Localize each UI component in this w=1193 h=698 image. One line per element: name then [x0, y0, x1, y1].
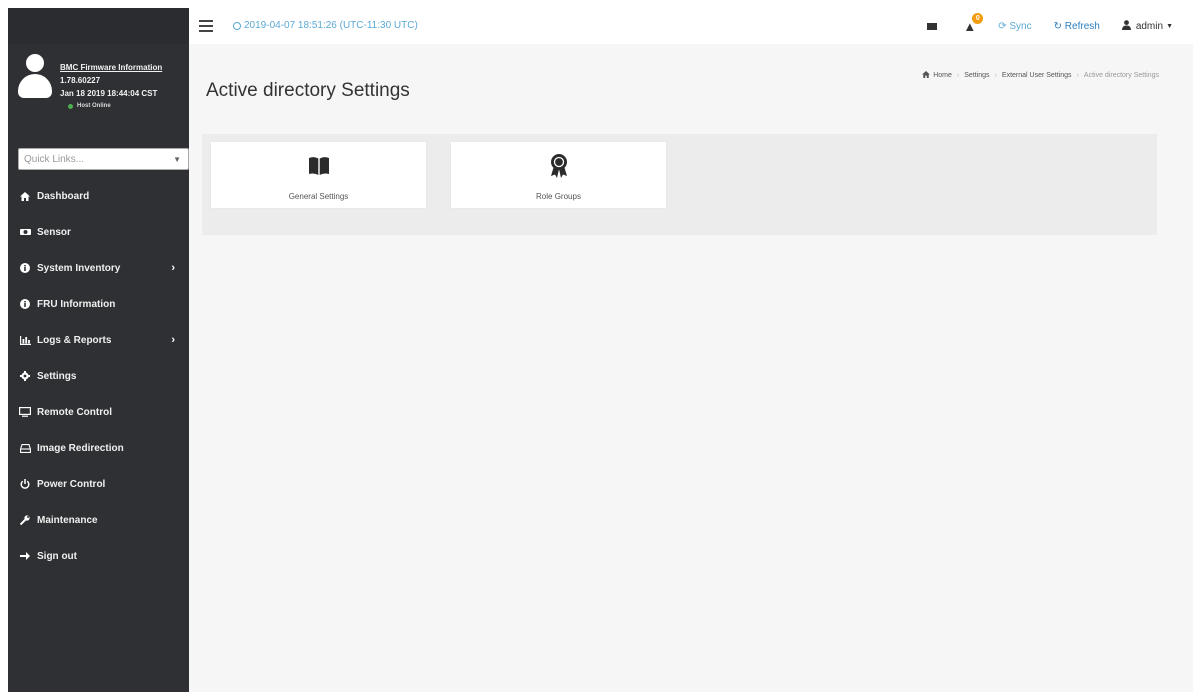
sync-icon: ⟳: [998, 20, 1007, 32]
sidebar-item-label: Remote Control: [37, 406, 112, 418]
sidebar: BMC Firmware Information 1.78.60227 Jan …: [8, 8, 189, 692]
user-label: admin: [1135, 20, 1164, 32]
sidebar-item-label: Sensor: [37, 226, 71, 238]
award-icon: [549, 154, 569, 178]
refresh-button[interactable]: ↻ Refresh: [1054, 21, 1100, 32]
breadcrumb-external-user-settings[interactable]: External User Settings: [1002, 72, 1072, 79]
hamburger-menu-icon[interactable]: [199, 20, 213, 35]
user-icon: [1121, 19, 1131, 33]
general-settings-tile[interactable]: General Settings: [211, 142, 426, 208]
chevron-right-icon: ›: [171, 262, 175, 274]
notification-badge: 0: [972, 12, 984, 24]
sidebar-item-power-control[interactable]: Power Control: [8, 466, 189, 502]
info-icon: [18, 263, 32, 273]
chart-icon: [18, 335, 32, 345]
sidebar-item-label: Image Redirection: [37, 442, 124, 454]
firmware-info: BMC Firmware Information 1.78.60227 Jan …: [60, 61, 162, 113]
quick-links-select[interactable]: Quick Links... ▼: [18, 148, 189, 170]
sidebar-item-settings[interactable]: Settings: [8, 358, 189, 394]
firmware-info-link[interactable]: BMC Firmware Information: [60, 61, 162, 74]
breadcrumb-settings[interactable]: Settings: [964, 72, 989, 79]
sidebar-item-remote-control[interactable]: Remote Control: [8, 394, 189, 430]
host-status-label: Host Online: [77, 103, 111, 109]
host-status: Host Online: [68, 100, 162, 113]
monitor-icon: [18, 407, 32, 417]
power-icon: [18, 479, 32, 489]
quick-links-placeholder: Quick Links...: [24, 153, 85, 165]
sidebar-item-sign-out[interactable]: Sign out: [8, 538, 189, 574]
clock-icon: [233, 21, 241, 30]
caret-down-icon: ▼: [1166, 22, 1173, 30]
sign-out-icon: [18, 552, 32, 560]
breadcrumb-separator: ›: [1076, 72, 1079, 79]
breadcrumb-current: Active directory Settings: [1083, 72, 1159, 79]
sidebar-item-sensor[interactable]: Sensor: [8, 214, 189, 250]
settings-tiles-panel: General Settings Role Groups: [202, 134, 1157, 235]
sidebar-item-image-redirection[interactable]: Image Redirection: [8, 430, 189, 466]
breadcrumb: Home › Settings › External User Settings…: [922, 71, 1159, 80]
firmware-date: Jan 18 2019 18:44:04 CST: [60, 89, 158, 98]
sensor-icon: [18, 228, 32, 236]
sidebar-item-system-inventory[interactable]: System Inventory ›: [8, 250, 189, 286]
breadcrumb-home[interactable]: Home: [933, 72, 952, 79]
header-datetime: 2019-04-07 18:51:26 (UTC-11:30 UTC): [233, 20, 418, 31]
sidebar-item-maintenance[interactable]: Maintenance: [8, 502, 189, 538]
sidebar-item-label: Settings: [37, 370, 77, 382]
avatar: [18, 54, 52, 98]
caret-down-icon: ▼: [173, 154, 181, 164]
refresh-label: Refresh: [1064, 20, 1100, 32]
wrench-icon: [18, 515, 32, 525]
sidebar-item-dashboard[interactable]: Dashboard: [8, 178, 189, 214]
home-icon: [18, 191, 32, 201]
home-icon: [922, 71, 931, 80]
sidebar-item-label: Sign out: [37, 550, 77, 562]
sync-button[interactable]: ⟳ Sync: [998, 21, 1031, 32]
breadcrumb-separator: ›: [956, 72, 960, 79]
sidebar-nav: Dashboard Sensor System Inventory › FRU …: [8, 178, 189, 574]
firmware-version: 1.78.60227: [60, 76, 101, 85]
main-content: Active directory Settings Home › Setting…: [189, 44, 1193, 692]
header-actions: ▲ 0 ⟳ Sync ↻ Refresh admin ▼: [927, 12, 1173, 37]
sidebar-item-label: Dashboard: [37, 190, 90, 202]
disk-icon: [18, 443, 32, 453]
info-icon: [18, 299, 32, 309]
tile-label: General Settings: [288, 192, 349, 201]
datetime-text: 2019-04-07 18:51:26 (UTC-11:30 UTC): [244, 20, 418, 31]
user-menu[interactable]: admin ▼: [1121, 19, 1173, 33]
top-header: 2019-04-07 18:51:26 (UTC-11:30 UTC) ▲ 0 …: [189, 8, 1193, 44]
tile-label: Role Groups: [536, 192, 581, 201]
breadcrumb-separator: ›: [994, 72, 997, 79]
sidebar-item-label: Logs & Reports: [37, 334, 112, 346]
role-groups-tile[interactable]: Role Groups: [451, 142, 666, 208]
refresh-icon: ↻: [1053, 20, 1063, 32]
host-status-dot-icon: [68, 104, 73, 109]
sync-label: Sync: [1009, 20, 1032, 32]
sidebar-item-label: System Inventory: [37, 262, 121, 274]
sidebar-item-fru-information[interactable]: FRU Information: [8, 286, 189, 322]
sidebar-item-label: Power Control: [37, 478, 106, 490]
chevron-right-icon: ›: [171, 334, 175, 346]
book-icon: [308, 154, 330, 178]
sidebar-item-logs-reports[interactable]: Logs & Reports ›: [8, 322, 189, 358]
sidebar-logo-strip: [8, 8, 189, 44]
sidebar-item-label: Maintenance: [37, 514, 98, 526]
mail-icon[interactable]: [927, 22, 938, 30]
gear-icon: [18, 371, 32, 381]
firmware-info-block: BMC Firmware Information 1.78.60227 Jan …: [8, 44, 189, 140]
page-title: Active directory Settings: [206, 80, 410, 101]
sidebar-item-label: FRU Information: [37, 298, 116, 310]
alert-button[interactable]: ▲ 0: [963, 12, 984, 34]
